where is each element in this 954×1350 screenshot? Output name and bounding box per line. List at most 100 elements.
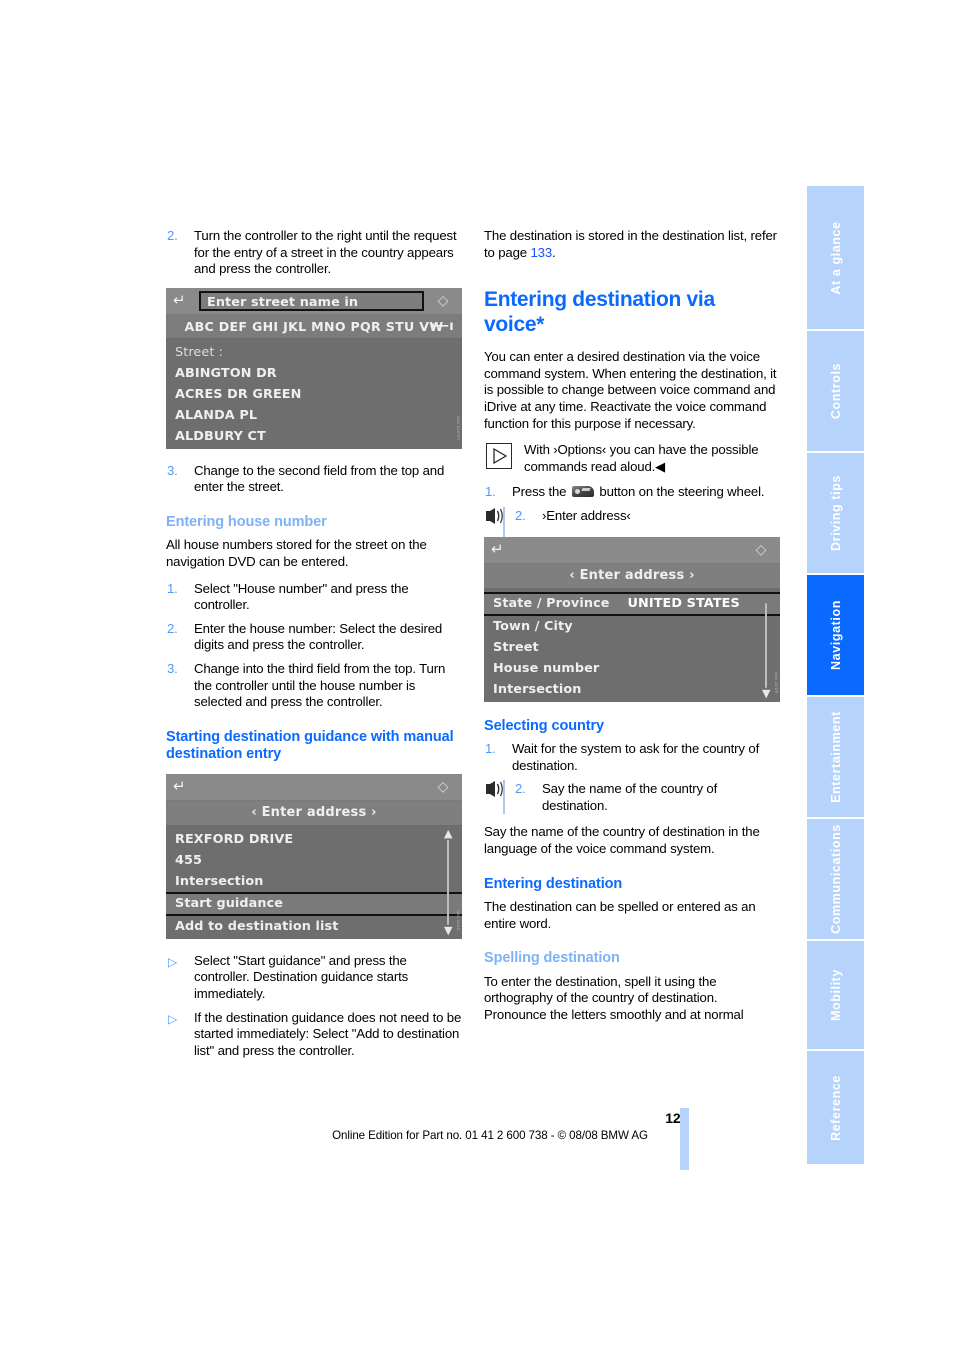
step-number: 3. <box>167 462 178 478</box>
address-field-list: State / Province UNITED STATES Town / Cit… <box>484 588 780 702</box>
step-text: Wait for the system to ask for the count… <box>512 741 760 773</box>
bullet-text: If the destination guidance does not nee… <box>194 1009 462 1058</box>
screen-status-bar: ↵ Enter street name in CALIFORNIA? ◇ <box>166 287 462 330</box>
figure-id-label: NAV ADDR <box>774 671 779 694</box>
step-item: 2. Enter the house number: Select the de… <box>166 621 462 654</box>
letter-group-row: ABC DEF GHI JKL MNO PQR STU VW ⟵ı <box>166 314 462 339</box>
list-item: ALDBURY CT <box>175 428 266 444</box>
field-value: UNITED STATES <box>627 595 740 611</box>
sidebar-tab-navigation[interactable]: Navigation <box>807 575 864 697</box>
sidebar-tab-label: Driving tips <box>828 475 843 551</box>
stored-destination-note: The destination is stored in the destina… <box>484 228 780 261</box>
idrive-controller-icon: ◇ <box>437 292 449 309</box>
left-column: 2. Turn the controller to the right unti… <box>166 228 462 1066</box>
voice-command-icon <box>484 780 506 815</box>
step-text-after: button on the steering wheel. <box>595 484 765 500</box>
note-end-marker: ◀ <box>655 458 666 474</box>
idrive-screenshot-enter-address: ↵ ◇ ‹ Enter address › State / Province UN… <box>484 536 780 702</box>
page-title: Entering destination via voice* <box>484 288 715 337</box>
letter-groups: ABC DEF GHI JKL MNO PQR STU VW <box>184 318 444 334</box>
list-item-selected: State / Province UNITED STATES <box>484 591 780 616</box>
list-item: 455 <box>175 852 203 868</box>
sidebar-tab-driving-tips[interactable]: Driving tips <box>807 453 864 575</box>
page-cross-reference[interactable]: 133 <box>530 245 552 260</box>
figure-id-label: NAV GUID <box>456 910 461 931</box>
step-number: 2. <box>167 228 178 243</box>
step-text: Change to the second field from the top … <box>194 462 445 495</box>
screen-status-bar: ↵ ◇ <box>484 536 780 564</box>
section-heading-selecting-country: Selecting country <box>484 717 604 734</box>
list-item: Street : <box>175 344 224 360</box>
list-item: ABINGTON DR <box>175 365 277 381</box>
sidebar-tab-label: Mobility <box>828 968 843 1022</box>
step-item: 3. Change to the second field from the t… <box>166 463 462 496</box>
stored-note-after: . <box>552 244 556 260</box>
sidebar-tab-label: Communications <box>828 824 843 934</box>
sidebar-tab-controls[interactable]: Controls <box>807 331 864 453</box>
screen-title: Enter street name in CALIFORNIA? <box>199 290 424 330</box>
footer-text: Online Edition for Part no. 01 41 2 600 … <box>332 1129 648 1142</box>
sidebar-tab-label: Navigation <box>828 600 843 670</box>
list-item: REXFORD DRIVE <box>175 831 294 847</box>
stored-note-before: The destination is stored in the destina… <box>484 228 777 260</box>
sidebar-tab-label: Entertainment <box>828 711 843 803</box>
step-text: ›Enter address‹ <box>542 507 631 523</box>
list-item: Intersection <box>493 681 582 697</box>
sidebar-tab-communications[interactable]: Communications <box>807 819 864 941</box>
steering-wheel-voice-button-icon <box>571 486 594 498</box>
back-arrow-icon: ↵ <box>491 539 504 558</box>
voice-step-bar <box>503 780 505 815</box>
list-item: Street <box>493 639 539 655</box>
sidebar-tab-at-a-glance[interactable]: At a glance <box>807 186 864 331</box>
step-item: 2. Turn the controller to the right unti… <box>166 228 462 278</box>
step-text: Say the name of the country of destinati… <box>542 781 718 813</box>
sidebar-tab-reference[interactable]: Reference <box>807 1051 864 1164</box>
step-text-before: Press the <box>512 484 570 500</box>
scroll-up-arrow-icon[interactable]: ▲ <box>444 828 452 839</box>
entering-destination-text: The destination can be spelled or entere… <box>484 899 756 931</box>
step-item-voice: 2. ›Enter address‹ <box>484 506 780 541</box>
right-column: The destination is stored in the destina… <box>484 228 780 1034</box>
options-note: With ›Options‹ you can have the possible… <box>484 442 780 475</box>
step-number: 1. <box>485 741 496 757</box>
idrive-screenshot-street-entry: ↵ Enter street name in CALIFORNIA? ◇ ABC… <box>166 287 462 449</box>
screen-banner: ‹ Enter address › <box>166 800 462 826</box>
list-item: ACRES DR GREEN <box>175 386 302 402</box>
scroll-track <box>447 839 449 925</box>
list-item: Town / City <box>493 618 573 634</box>
step-item: 3. Change into the third field from the … <box>166 661 462 711</box>
step-number: 1. <box>167 580 178 596</box>
scroll-track <box>765 602 767 688</box>
screen-status-bar: ↵ ◇ <box>166 773 462 801</box>
house-number-intro: All house numbers stored for the street … <box>166 537 427 570</box>
street-list: Street : ABINGTON DR ACRES DR GREEN ALAN… <box>166 338 462 449</box>
figure-id-label: NAV ENTRY <box>456 416 461 441</box>
sidebar-tab-entertainment[interactable]: Entertainment <box>807 697 864 819</box>
voice-intro-text: You can enter a desired destination via … <box>484 349 777 431</box>
section-heading-start-guidance: Starting destination guidance with manua… <box>166 728 454 763</box>
section-heading-entering-destination: Entering destination <box>484 875 623 892</box>
thumb-index-sidebar: At a glance Controls Driving tips Naviga… <box>807 186 864 1166</box>
step-number: 3. <box>167 661 178 677</box>
footer-edge-marker <box>680 1108 689 1170</box>
triangle-bullet-icon: ▷ <box>168 954 178 969</box>
list-item: Intersection <box>175 873 264 889</box>
step-text: Select "House number" and press the cont… <box>194 580 409 613</box>
step-number: 2. <box>515 781 526 797</box>
bullet-text: Select "Start guidance" and press the co… <box>194 952 409 1001</box>
scroll-down-arrow-icon[interactable]: ▼ <box>762 688 770 699</box>
step-number: 2. <box>167 620 178 636</box>
back-arrow-icon: ↵ <box>173 290 186 309</box>
sidebar-tab-mobility[interactable]: Mobility <box>807 941 864 1051</box>
back-arrow-icon: ↵ <box>173 776 186 795</box>
scroll-down-arrow-icon[interactable]: ▼ <box>444 925 452 936</box>
bullet-item: ▷ If the destination guidance does not n… <box>166 1010 462 1060</box>
step-text: Turn the controller to the right until t… <box>194 228 457 277</box>
step-item: 1. Wait for the system to ask for the co… <box>484 741 780 774</box>
step-number: 2. <box>515 507 526 523</box>
step-number: 1. <box>485 484 496 500</box>
manual-page: 2. Turn the controller to the right unti… <box>0 0 954 1350</box>
idrive-controller-icon: ◇ <box>755 541 767 558</box>
spelling-destination-text: To enter the destination, spell it using… <box>484 973 744 1022</box>
list-item: House number <box>493 660 600 676</box>
